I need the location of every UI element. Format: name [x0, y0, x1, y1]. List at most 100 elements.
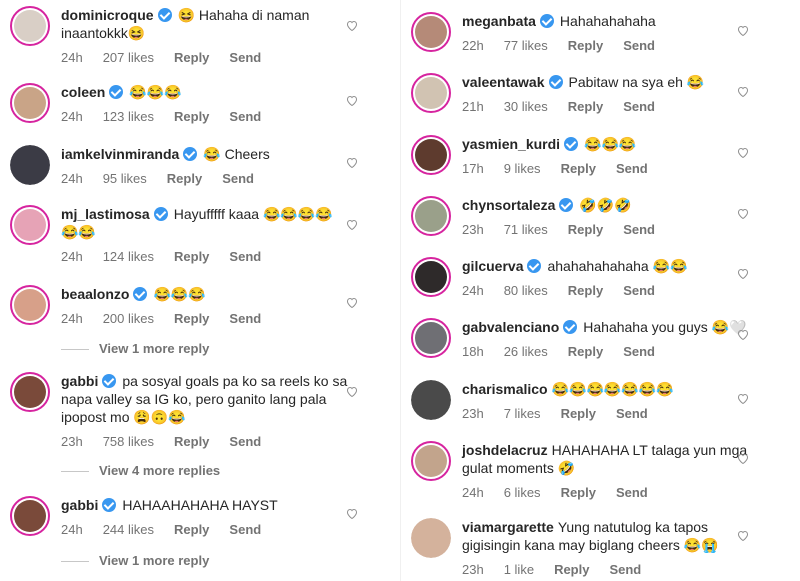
comment-likes[interactable]: 80 likes — [504, 283, 548, 298]
username[interactable]: gabbi — [61, 373, 98, 389]
reply-button[interactable]: Reply — [561, 161, 596, 176]
send-button[interactable]: Send — [616, 161, 648, 176]
avatar[interactable] — [411, 196, 451, 236]
send-button[interactable]: Send — [623, 222, 655, 237]
avatar[interactable] — [10, 205, 50, 245]
comment-likes[interactable]: 77 likes — [504, 38, 548, 53]
avatar[interactable] — [411, 518, 451, 558]
view-more-replies-button[interactable]: View 1 more reply — [61, 341, 209, 356]
username[interactable]: iamkelvinmiranda — [61, 146, 179, 162]
username[interactable]: gilcuerva — [462, 258, 523, 274]
heart-outline-icon[interactable] — [346, 219, 358, 230]
reply-button[interactable]: Reply — [174, 249, 209, 264]
send-button[interactable]: Send — [229, 50, 261, 65]
reply-button[interactable]: Reply — [568, 344, 603, 359]
avatar[interactable] — [411, 12, 451, 52]
comment-likes[interactable]: 244 likes — [103, 522, 154, 537]
send-button[interactable]: Send — [229, 522, 261, 537]
username[interactable]: meganbata — [462, 13, 536, 29]
comment-likes[interactable]: 758 likes — [103, 434, 154, 449]
send-button[interactable]: Send — [616, 485, 648, 500]
reply-button[interactable]: Reply — [174, 522, 209, 537]
reply-button[interactable]: Reply — [174, 311, 209, 326]
reply-button[interactable]: Reply — [174, 109, 209, 124]
send-button[interactable]: Send — [616, 406, 648, 421]
heart-outline-icon[interactable] — [346, 95, 358, 106]
send-button[interactable]: Send — [229, 249, 261, 264]
reply-button[interactable]: Reply — [174, 434, 209, 449]
avatar[interactable] — [411, 441, 451, 481]
reply-button[interactable]: Reply — [561, 485, 596, 500]
heart-outline-icon[interactable] — [737, 530, 749, 541]
avatar[interactable] — [411, 318, 451, 358]
heart-outline-icon[interactable] — [737, 86, 749, 97]
view-more-replies-button[interactable]: View 4 more replies — [61, 463, 220, 478]
comment-likes[interactable]: 200 likes — [103, 311, 154, 326]
username[interactable]: dominicroque — [61, 7, 154, 23]
send-button[interactable]: Send — [229, 434, 261, 449]
avatar[interactable] — [10, 496, 50, 536]
reply-button[interactable]: Reply — [561, 406, 596, 421]
send-button[interactable]: Send — [229, 311, 261, 326]
heart-outline-icon[interactable] — [737, 25, 749, 36]
comment-likes[interactable]: 1 like — [504, 562, 534, 577]
heart-outline-icon[interactable] — [737, 453, 749, 464]
send-button[interactable]: Send — [623, 344, 655, 359]
heart-outline-icon[interactable] — [346, 157, 358, 168]
heart-outline-icon[interactable] — [737, 268, 749, 279]
username[interactable]: valeentawak — [462, 74, 545, 90]
avatar[interactable] — [411, 73, 451, 113]
heart-outline-icon[interactable] — [737, 147, 749, 158]
comment-likes[interactable]: 26 likes — [504, 344, 548, 359]
username[interactable]: viamargarette — [462, 519, 554, 535]
reply-button[interactable]: Reply — [554, 562, 589, 577]
avatar[interactable] — [411, 380, 451, 420]
username[interactable]: yasmien_kurdi — [462, 136, 560, 152]
reply-button[interactable]: Reply — [174, 50, 209, 65]
reply-button[interactable]: Reply — [568, 222, 603, 237]
username[interactable]: chynsortaleza — [462, 197, 555, 213]
avatar[interactable] — [10, 6, 50, 46]
username[interactable]: charismalico — [462, 381, 548, 397]
username[interactable]: gabbi — [61, 497, 98, 513]
username[interactable]: beaalonzo — [61, 286, 129, 302]
avatar[interactable] — [10, 145, 50, 185]
heart-outline-icon[interactable] — [346, 508, 358, 519]
comment-likes[interactable]: 71 likes — [504, 222, 548, 237]
username[interactable]: gabvalenciano — [462, 319, 559, 335]
heart-outline-icon[interactable] — [346, 20, 358, 31]
send-button[interactable]: Send — [623, 38, 655, 53]
reply-button[interactable]: Reply — [568, 99, 603, 114]
send-button[interactable]: Send — [609, 562, 641, 577]
send-button[interactable]: Send — [623, 99, 655, 114]
comment-likes[interactable]: 30 likes — [504, 99, 548, 114]
send-button[interactable]: Send — [229, 109, 261, 124]
comment-likes[interactable]: 95 likes — [103, 171, 147, 186]
username[interactable]: joshdelacruz — [462, 442, 548, 458]
reply-button[interactable]: Reply — [167, 171, 202, 186]
username[interactable]: coleen — [61, 84, 105, 100]
send-button[interactable]: Send — [222, 171, 254, 186]
comment-likes[interactable]: 207 likes — [103, 50, 154, 65]
avatar[interactable] — [411, 257, 451, 297]
heart-outline-icon[interactable] — [346, 386, 358, 397]
avatar[interactable] — [411, 135, 451, 175]
heart-outline-icon[interactable] — [737, 208, 749, 219]
heart-outline-icon[interactable] — [346, 297, 358, 308]
comment-likes[interactable]: 7 likes — [504, 406, 541, 421]
avatar[interactable] — [10, 372, 50, 412]
comment-likes[interactable]: 9 likes — [504, 161, 541, 176]
send-button[interactable]: Send — [623, 283, 655, 298]
reply-button[interactable]: Reply — [568, 38, 603, 53]
comment-likes[interactable]: 123 likes — [103, 109, 154, 124]
comment-likes[interactable]: 124 likes — [103, 249, 154, 264]
avatar[interactable] — [10, 83, 50, 123]
comment-time: 24h — [462, 485, 484, 500]
comment-likes[interactable]: 6 likes — [504, 485, 541, 500]
view-more-replies-button[interactable]: View 1 more reply — [61, 553, 209, 568]
heart-outline-icon[interactable] — [737, 329, 749, 340]
reply-button[interactable]: Reply — [568, 283, 603, 298]
heart-outline-icon[interactable] — [737, 393, 749, 404]
username[interactable]: mj_lastimosa — [61, 206, 150, 222]
avatar[interactable] — [10, 285, 50, 325]
